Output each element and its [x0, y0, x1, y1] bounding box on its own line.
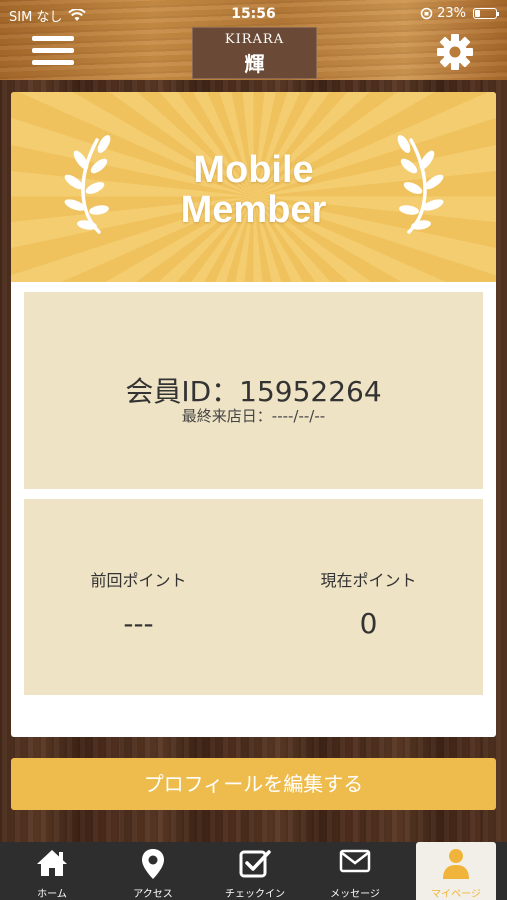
tab-checkin-label: チェックイン [225, 889, 285, 900]
member-card: Mobile Member 会員ID：15952264 最終来店日：----/-… [11, 92, 496, 737]
envelope-icon [339, 849, 371, 873]
person-icon [443, 849, 469, 879]
menu-line [32, 60, 74, 65]
points-panel: 前回ポイント --- 現在ポイント 0 [24, 499, 483, 695]
tab-access-label: アクセス [133, 889, 173, 900]
home-icon [37, 850, 67, 876]
previous-points: 前回ポイント --- [24, 567, 253, 640]
previous-points-label: 前回ポイント [90, 571, 187, 590]
hamburger-menu-button[interactable] [32, 36, 74, 70]
tab-home-label: ホーム [37, 889, 67, 900]
menu-line [32, 48, 74, 53]
logo-kanji: 輝 [244, 52, 265, 76]
battery-percent: 23% [437, 6, 466, 21]
last-visit-date: 最終来店日：----/--/-- [181, 407, 326, 425]
previous-points-value: --- [123, 607, 154, 640]
current-points: 現在ポイント 0 [254, 567, 483, 640]
current-points-value: 0 [359, 607, 378, 640]
laurel-icon [397, 135, 444, 234]
member-id: 会員ID：15952264 [125, 375, 382, 408]
app-logo: KIRARA 輝 [192, 27, 317, 79]
status-bar: SIM なし 15:56 23% [0, 0, 507, 26]
tab-home[interactable]: ホーム [2, 842, 102, 900]
logo-text: KIRARA [224, 32, 285, 47]
orientation-lock-icon [420, 7, 433, 20]
tab-access[interactable]: アクセス [103, 842, 203, 900]
tab-message[interactable]: メッセージ [305, 842, 405, 900]
member-id-panel: 会員ID：15952264 最終来店日：----/--/-- [24, 292, 483, 489]
tab-mypage[interactable]: マイページ [416, 842, 496, 900]
tab-message-label: メッセージ [330, 889, 380, 900]
edit-profile-button[interactable]: プロフィールを編集する [11, 758, 496, 810]
menu-line [32, 36, 74, 41]
tab-mypage-label: マイページ [431, 889, 481, 900]
checkbox-icon [239, 850, 271, 878]
tab-bar: ホーム アクセス チェックイン メッセージ マイページ [0, 842, 507, 900]
current-points-label: 現在ポイント [320, 571, 417, 590]
location-pin-icon [142, 849, 164, 879]
battery-icon [473, 8, 499, 19]
gear-icon [437, 34, 473, 70]
settings-button[interactable] [435, 32, 475, 72]
tab-checkin[interactable]: チェックイン [205, 842, 305, 900]
member-banner: Mobile Member [11, 92, 496, 282]
